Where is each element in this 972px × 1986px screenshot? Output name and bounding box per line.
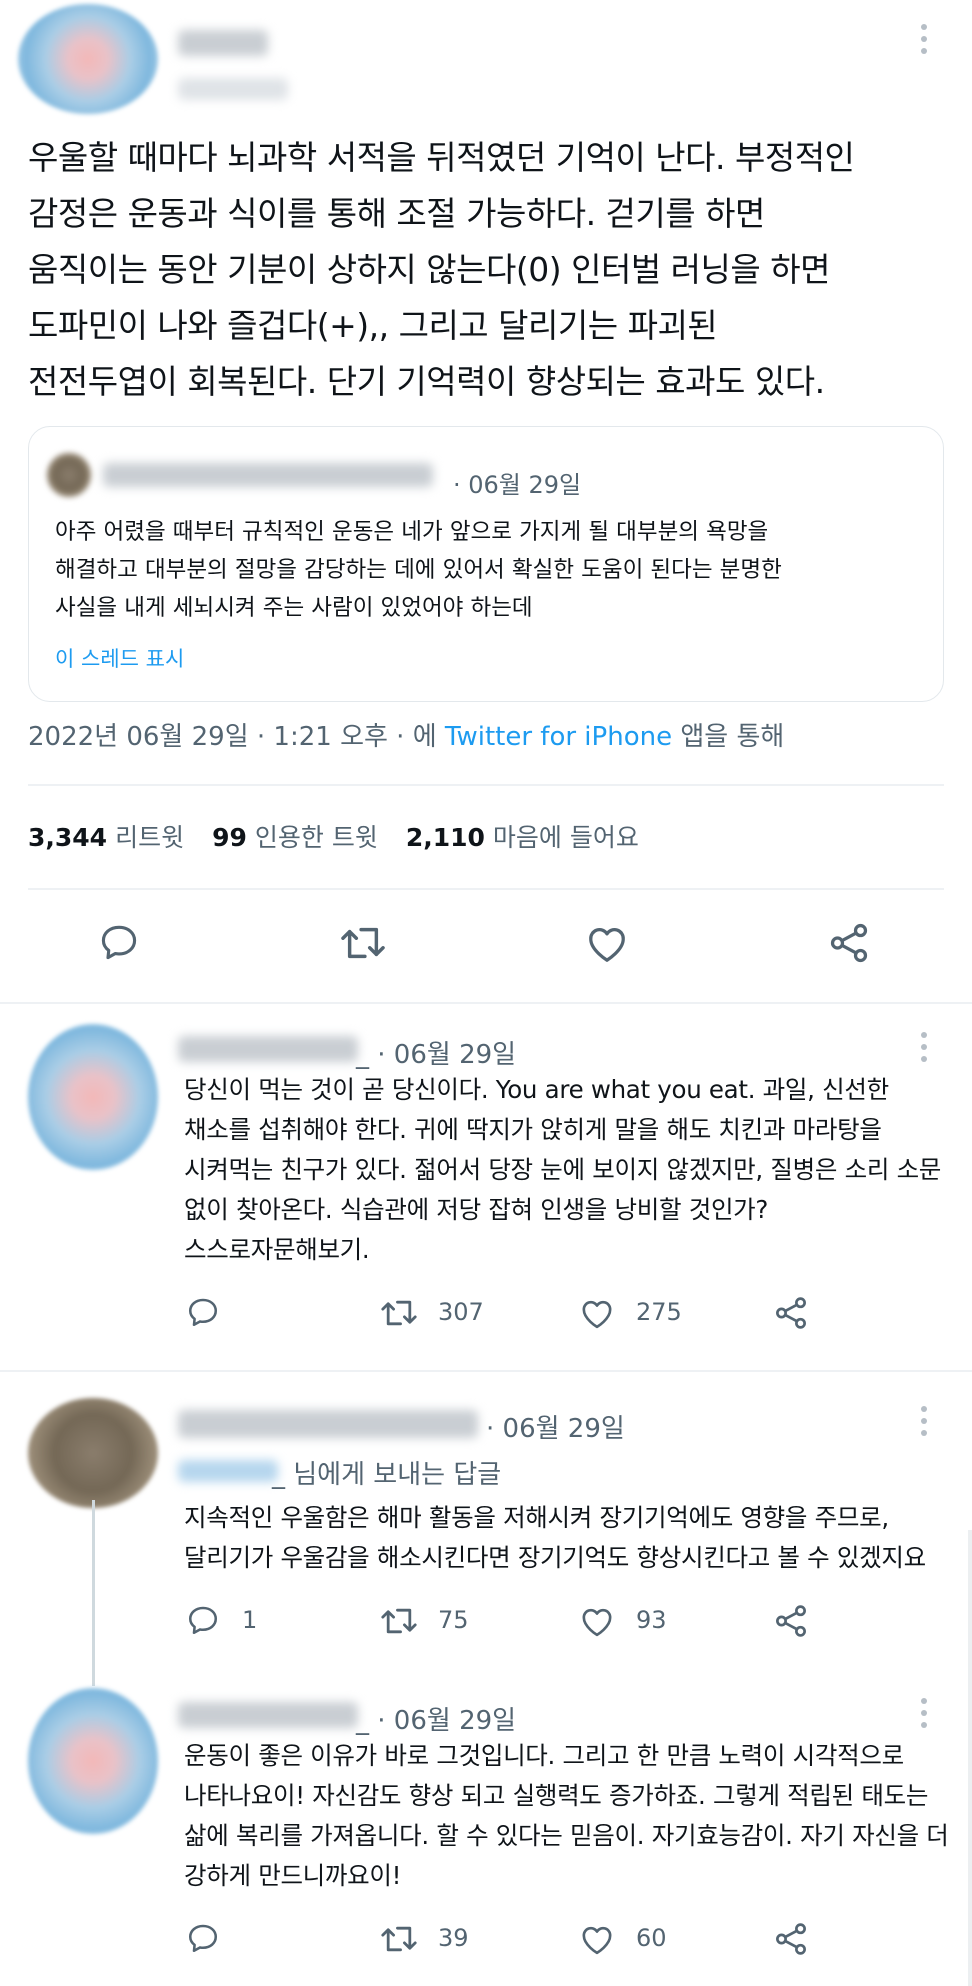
reply2-more-icon[interactable] xyxy=(920,1406,928,1442)
retweet-label[interactable]: 리트윗 xyxy=(115,823,184,852)
reply3-retweet-icon[interactable] xyxy=(378,1922,420,1956)
reply1-retweet-count: 307 xyxy=(438,1298,484,1326)
main-reply-icon[interactable] xyxy=(96,920,142,964)
reply2-author-name-blurred[interactable] xyxy=(178,1410,478,1438)
main-author-name-blurred[interactable] xyxy=(178,30,268,56)
reply2-like-count: 93 xyxy=(636,1606,667,1634)
quoted-tweet-date: · 06월 29일 xyxy=(453,471,582,499)
reply1-share-icon[interactable] xyxy=(772,1294,810,1332)
main-more-options-icon[interactable] xyxy=(920,24,928,60)
divider-actions xyxy=(0,1002,972,1004)
tweet-stats: 3,344 리트윗 99 인용한 트윗 2,110 마음에 들어요 xyxy=(28,818,667,854)
show-thread-link[interactable]: 이 스레드 표시 xyxy=(55,643,184,673)
reply3-like-icon[interactable] xyxy=(578,1922,616,1956)
divider-stats xyxy=(28,888,944,890)
divider-reply1 xyxy=(0,1370,972,1372)
quote-label[interactable]: 인용한 트윗 xyxy=(255,823,378,852)
reply2-text: 지속적인 우울함은 해마 활동을 저해시켜 장기기억에도 영향을 주므로, 달리… xyxy=(184,1503,926,1572)
reply2-replying-to: _ 님에게 보내는 답글 xyxy=(272,1460,502,1490)
reply3-reply-icon[interactable] xyxy=(184,1920,222,1956)
reply2-like-icon[interactable] xyxy=(578,1604,616,1638)
tweet-source-link[interactable]: Twitter for iPhone xyxy=(445,722,672,752)
quote-count[interactable]: 99 xyxy=(212,823,247,852)
reply3-author-name-blurred[interactable] xyxy=(178,1702,358,1728)
quoted-tweet-card[interactable]: · 06월 29일 아주 어렸을 때부터 규칙적인 운동은 네가 앞으로 가지게… xyxy=(28,426,944,702)
reply2-share-icon[interactable] xyxy=(772,1602,810,1640)
quoted-tweet-text: 아주 어렸을 때부터 규칙적인 운동은 네가 앞으로 가지게 될 대부분의 욕망… xyxy=(55,519,782,621)
reply1-more-icon[interactable] xyxy=(920,1032,928,1068)
like-count[interactable]: 2,110 xyxy=(406,823,485,852)
reply3-date: _ · 06월 29일 xyxy=(356,1706,517,1736)
main-share-icon[interactable] xyxy=(826,920,872,966)
like-label[interactable]: 마음에 들어요 xyxy=(493,823,639,852)
reply3-like-count: 60 xyxy=(636,1924,667,1952)
thread-connector-line xyxy=(92,1500,95,1686)
reply1-like-count: 275 xyxy=(636,1298,682,1326)
reply1-date: _ · 06월 29일 xyxy=(356,1040,517,1070)
reply2-date: · 06월 29일 xyxy=(486,1414,625,1444)
reply2-reply-icon[interactable] xyxy=(184,1602,222,1638)
reply1-author-avatar[interactable] xyxy=(28,1024,158,1170)
reply1-text: 당신이 먹는 것이 곧 당신이다. You are what you eat. … xyxy=(184,1075,942,1264)
tweet-timestamp-source: 2022년 06월 29일 · 1:21 오후 · 에 Twitter for … xyxy=(28,716,784,753)
main-author-handle-blurred[interactable] xyxy=(178,78,288,100)
reply1-author-name-blurred[interactable] xyxy=(178,1036,358,1062)
reply2-reply-count: 1 xyxy=(242,1606,258,1634)
reply3-more-icon[interactable] xyxy=(920,1698,928,1734)
main-retweet-icon[interactable] xyxy=(338,922,388,964)
reply2-retweet-icon[interactable] xyxy=(378,1604,420,1638)
divider-meta xyxy=(28,784,944,786)
reply3-retweet-count: 39 xyxy=(438,1924,469,1952)
tweet-source-suffix: 앱을 통해 xyxy=(672,722,785,752)
reply3-share-icon[interactable] xyxy=(772,1920,810,1958)
scrollbar-track[interactable] xyxy=(968,1530,972,1986)
retweet-count[interactable]: 3,344 xyxy=(28,823,107,852)
quoted-author-name-blurred xyxy=(103,463,433,487)
main-like-icon[interactable] xyxy=(584,922,630,964)
reply2-author-avatar[interactable] xyxy=(28,1398,158,1508)
main-author-avatar[interactable] xyxy=(18,4,158,114)
main-tweet-text: 우울할 때마다 뇌과학 서적을 뒤적였던 기억이 난다. 부정적인 감정은 운동… xyxy=(28,138,855,401)
reply3-author-avatar[interactable] xyxy=(28,1688,158,1834)
reply2-retweet-count: 75 xyxy=(438,1606,469,1634)
reply3-text: 운동이 좋은 이유가 바로 그것입니다. 그리고 한 만큼 노력이 시각적으로 … xyxy=(184,1741,949,1890)
quoted-author-avatar xyxy=(47,453,91,497)
reply1-like-icon[interactable] xyxy=(578,1296,616,1330)
reply1-retweet-icon[interactable] xyxy=(378,1296,420,1330)
reply2-replyto-handle-blurred[interactable] xyxy=(178,1460,278,1482)
reply1-reply-icon[interactable] xyxy=(184,1294,222,1330)
tweet-datetime: 2022년 06월 29일 · 1:21 오후 · 에 xyxy=(28,722,445,752)
